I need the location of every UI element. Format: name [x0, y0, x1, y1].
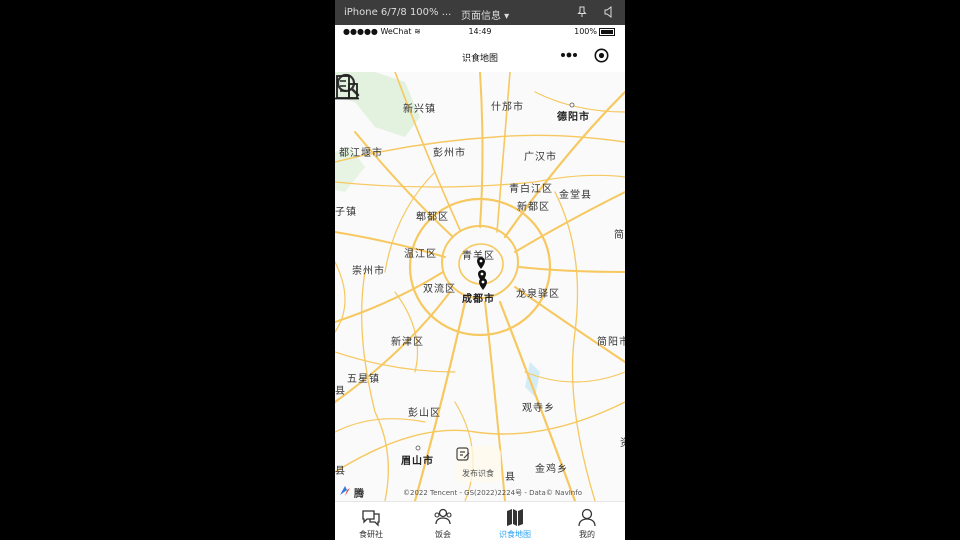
tab-profile[interactable]: 我的 — [551, 502, 623, 540]
map-place-label: 资 — [620, 434, 625, 449]
map-place-label: 成都市 — [462, 294, 495, 305]
map-place-label: 观寺乡 — [522, 403, 555, 414]
map-place-label: 县 — [335, 386, 346, 397]
speaker-icon[interactable] — [603, 6, 615, 18]
tab-label: 食研社 — [359, 530, 383, 539]
map-place-label: 五星镇 — [347, 374, 380, 385]
map-place-label: 郫都区 — [416, 212, 449, 223]
publish-button[interactable]: 发布识食 — [455, 446, 501, 482]
device-selector[interactable]: iPhone 6/7/8 100% ... — [344, 7, 451, 18]
battery-status: 100% — [574, 27, 615, 36]
map-place-label: 县 — [335, 466, 346, 477]
tab-forum[interactable]: 食研社 — [335, 502, 407, 540]
map-place-label: 简 — [614, 230, 625, 241]
tab-label: 饭会 — [435, 530, 451, 539]
battery-icon — [599, 27, 615, 36]
group-icon — [434, 508, 452, 525]
map-place-label: 眉山市 — [401, 456, 434, 467]
map-place-label: 温江区 — [404, 249, 437, 260]
user-icon — [578, 508, 596, 527]
more-icon[interactable] — [560, 49, 578, 61]
map-place-label: 彭山区 — [408, 408, 441, 419]
tab-label: 识食地图 — [499, 530, 531, 539]
map-place-label: 德阳市 — [557, 112, 590, 123]
map-place-label: 广汉市 — [524, 152, 557, 163]
tencent-map-logo-icon — [340, 486, 350, 496]
map-canvas — [335, 72, 625, 501]
nav-bar: 识食地图 — [335, 40, 625, 72]
map-place-label: 龙泉驿区 — [516, 289, 560, 300]
map-place-label: 青白江区 — [509, 184, 553, 195]
brand-name: 腾讯地图 — [354, 489, 364, 500]
map-place-label: 双流区 — [423, 284, 456, 295]
map-place-label: 青羊区 — [462, 251, 495, 262]
map-place-label: 金堂县 — [559, 190, 592, 201]
tab-meetup[interactable]: 饭会 — [407, 502, 479, 540]
simulator-toolbar: iPhone 6/7/8 100% ... 页面信息 ▾ — [335, 0, 625, 25]
close-miniprogram-icon[interactable] — [594, 48, 609, 63]
phone-frame: iPhone 6/7/8 100% ... 页面信息 ▾ ●●●●● WeCha… — [335, 0, 625, 540]
tab-label: 我的 — [579, 530, 595, 539]
chat-icon — [362, 510, 380, 527]
map-place-label: 新都区 — [517, 202, 550, 213]
edit-icon — [456, 447, 470, 461]
map-place-label: 金鸡乡 — [535, 464, 568, 475]
building-icon[interactable] — [335, 72, 359, 100]
pin-icon[interactable] — [576, 6, 588, 18]
map-place-label: 新津区 — [391, 337, 424, 348]
page-info-dropdown[interactable]: 页面信息 ▾ — [461, 7, 509, 22]
map-place-label: 县 — [505, 472, 516, 483]
map-place-label: 简阳市 — [597, 337, 625, 348]
map-place-label: 子镇 — [335, 207, 357, 218]
map-view[interactable]: 新兴镇 什邡市德阳市都江堰市 彭州市 广汉市青白江区 金堂县 新都区郫都区 子镇温江区 青羊区… — [335, 72, 625, 501]
map-place-label: 什邡市 — [491, 102, 524, 113]
map-place-label: 彭州市 — [433, 148, 466, 159]
tab-bar: 食研社 饭会 识食地图 我的 — [335, 501, 625, 540]
map-place-label: 崇州市 — [352, 266, 385, 277]
map-icon — [507, 509, 523, 526]
page-title: 识食地图 — [461, 54, 498, 64]
map-place-label: 新兴镇 — [403, 104, 436, 115]
publish-label: 发布识食 — [462, 469, 494, 478]
status-bar: ●●●●● WeChat ≋ 14:49 100% — [335, 25, 625, 40]
map-place-label: 都江堰市 — [339, 148, 383, 159]
map-copyright: ©2022 Tencent - GS(2022)2224号 - Data© Na… — [403, 489, 582, 497]
tab-food-map[interactable]: 识食地图 — [479, 502, 551, 540]
map-marker[interactable] — [479, 278, 487, 290]
